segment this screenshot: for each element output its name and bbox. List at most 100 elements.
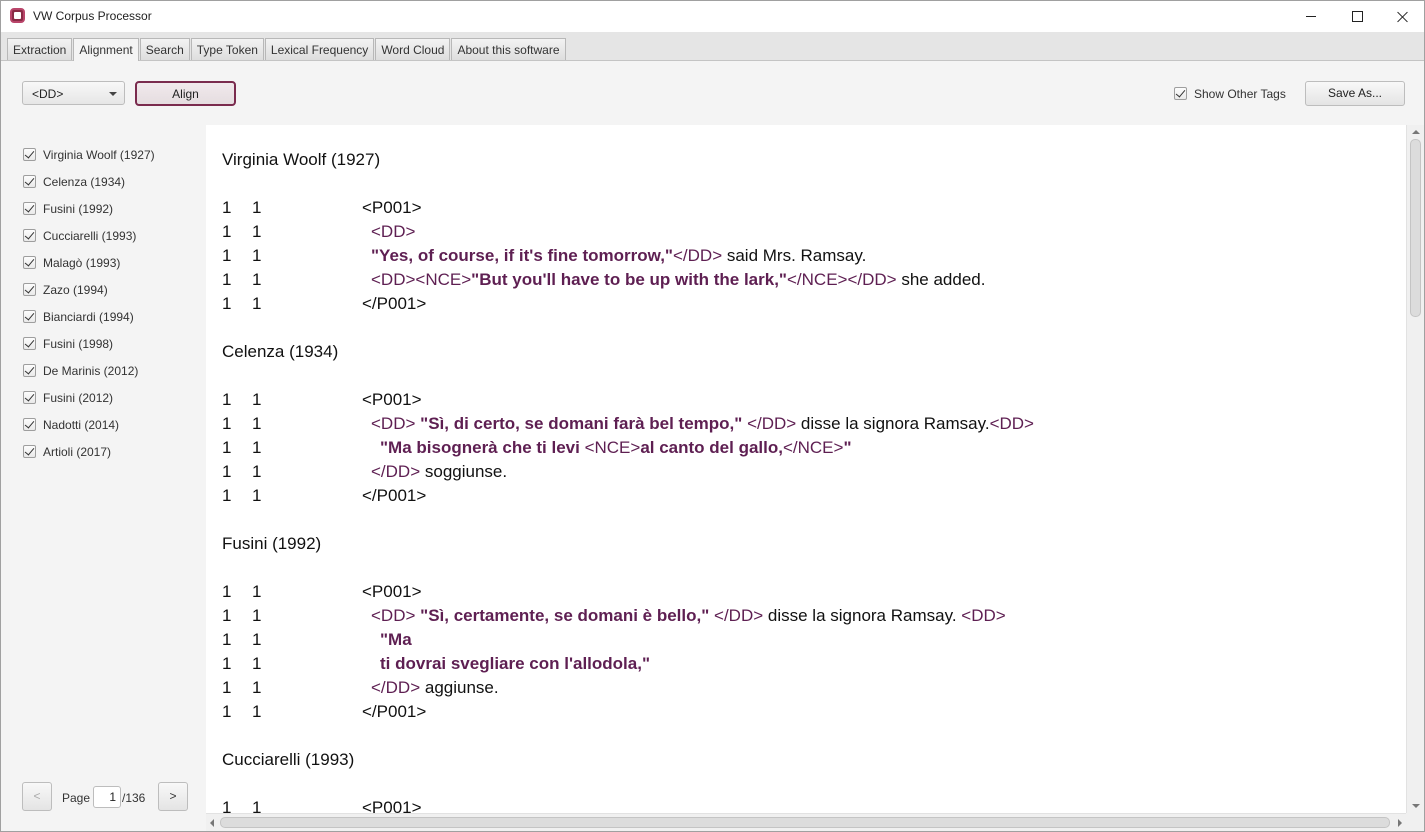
tabs: Extraction Alignment Search Type Token Lexic…	[7, 38, 567, 61]
line-number-b: 1	[252, 702, 262, 721]
line-number-b: 1	[252, 222, 262, 241]
line-number-a: 1	[222, 390, 232, 409]
scroll-up-icon[interactable]	[1412, 130, 1420, 134]
scroll-left-icon[interactable]	[210, 819, 214, 827]
translator-heading: Virginia Woolf (1927)	[222, 150, 381, 169]
tab-extraction[interactable]: Extraction	[7, 38, 73, 60]
align-button[interactable]: Align	[135, 81, 236, 106]
translator-heading: Cucciarelli (1993)	[222, 750, 355, 769]
line-number-b: 1	[252, 246, 262, 265]
scroll-corner	[1406, 813, 1424, 831]
line-text: "Ma	[380, 630, 412, 650]
translator-item[interactable]: Artioli (2017)	[1, 422, 206, 459]
close-icon	[1397, 11, 1409, 23]
tagged-text: "Ma	[380, 630, 412, 649]
line-number-b: 1	[252, 798, 262, 813]
maximize-button[interactable]	[1334, 1, 1380, 32]
tagged-text: "Sì, di certo, se domani farà bel tempo,…	[420, 414, 748, 433]
line-number-a: 1	[222, 294, 232, 313]
app-window: VW Corpus Processor Extraction Alignment S…	[0, 0, 1425, 832]
tab-lexical-frequency[interactable]: Lexical Frequency	[264, 38, 375, 60]
translator-item[interactable]: Bianciardi (1994)	[1, 287, 206, 324]
line-text: <DD><NCE>"But you'll have to be up with …	[371, 270, 985, 290]
line-number-a: 1	[222, 222, 232, 241]
next-page-button[interactable]: >	[158, 782, 188, 811]
line-text: <DD>	[371, 222, 415, 242]
line-number-a: 1	[222, 606, 232, 625]
plain-text: </P001>	[362, 486, 427, 505]
vertical-scrollbar[interactable]	[1406, 125, 1424, 813]
line-number-a: 1	[222, 678, 232, 697]
tagged-text: "Ma bisognerà che ti levi	[380, 438, 585, 457]
translator-item[interactable]: Celenza (1934)	[1, 152, 206, 189]
minimize-icon	[1306, 16, 1316, 17]
tag-marker: </DD>	[672, 246, 723, 265]
translator-item[interactable]: Zazo (1994)	[1, 260, 206, 297]
tab-alignment[interactable]: Alignment	[73, 38, 139, 61]
translator-item[interactable]: Virginia Woolf (1927)	[1, 125, 206, 162]
scroll-down-icon[interactable]	[1412, 804, 1420, 808]
show-other-tags-checkbox[interactable]	[1174, 87, 1187, 100]
tab-about-this-software[interactable]: About this software	[451, 38, 566, 60]
plain-text: </P001>	[362, 702, 427, 721]
tag-select-value: <DD>	[32, 87, 64, 101]
line-number-b: 1	[252, 630, 262, 649]
tab-word-cloud[interactable]: Word Cloud	[375, 38, 451, 60]
line-number-a: 1	[222, 414, 232, 433]
translator-item[interactable]: Fusini (1992)	[1, 179, 206, 216]
close-button[interactable]	[1380, 1, 1424, 32]
translator-item[interactable]: Cucciarelli (1993)	[1, 206, 206, 243]
translator-item[interactable]: Fusini (1998)	[1, 314, 206, 351]
line-number-a: 1	[222, 654, 232, 673]
tag-marker: </DD>	[747, 414, 797, 433]
chevron-down-icon	[109, 92, 117, 96]
line-text: </P001>	[362, 294, 426, 314]
minimize-button[interactable]	[1288, 1, 1334, 32]
line-number-a: 1	[222, 246, 232, 265]
line-text: </P001>	[362, 486, 426, 506]
line-number-b: 1	[252, 606, 262, 625]
page-input[interactable]	[93, 786, 121, 808]
line-number-b: 1	[252, 654, 262, 673]
translator-item[interactable]: Nadotti (2014)	[1, 395, 206, 432]
tag-marker: <DD>	[961, 606, 1006, 625]
horizontal-scrollbar[interactable]	[206, 813, 1406, 831]
line-text: <P001>	[362, 582, 422, 602]
vertical-scroll-thumb[interactable]	[1410, 139, 1421, 317]
line-text: </P001>	[362, 702, 426, 722]
tagged-text: "	[843, 438, 852, 457]
alignment-view[interactable]: Virginia Woolf (1927) 1 1 <P001> 1 1 <DD> 1 1 "Ye…	[206, 125, 1406, 813]
translator-item[interactable]: Malagò (1993)	[1, 233, 206, 270]
tag-select[interactable]: <DD>	[22, 81, 125, 105]
line-number-b: 1	[252, 486, 262, 505]
translator-item[interactable]: Fusini (2012)	[1, 368, 206, 405]
tab-search[interactable]: Search	[139, 38, 190, 60]
plain-text: <P001>	[362, 798, 422, 813]
translator-checkbox[interactable]	[23, 445, 36, 458]
tag-marker: </DD>	[371, 678, 421, 697]
plain-text: <P001>	[362, 390, 422, 409]
tag-marker: </DD>	[371, 462, 421, 481]
line-text: <P001>	[362, 198, 422, 218]
tag-marker: </NCE>	[786, 270, 848, 289]
line-number-a: 1	[222, 462, 232, 481]
line-number-b: 1	[252, 294, 262, 313]
tag-marker: <DD>	[371, 414, 421, 433]
line-text: <DD> "Sì, di certo, se domani farà bel t…	[371, 414, 1034, 434]
tagged-text: al canto del gallo,	[640, 438, 783, 457]
scroll-right-icon[interactable]	[1398, 819, 1402, 827]
translator-heading: Fusini (1992)	[222, 534, 322, 553]
line-number-a: 1	[222, 438, 232, 457]
translator-item[interactable]: De Marinis (2012)	[1, 341, 206, 378]
line-number-b: 1	[252, 390, 262, 409]
tab-type-token[interactable]: Type Token	[190, 38, 264, 60]
tab-bar: Extraction Alignment Search Type Token Lexic…	[1, 32, 1424, 61]
tag-marker: </NCE>	[782, 438, 844, 457]
line-text: </DD> aggiunse.	[371, 678, 499, 698]
title-bar: VW Corpus Processor	[1, 1, 1424, 32]
prev-page-button[interactable]: <	[22, 782, 52, 811]
save-as-button[interactable]: Save As...	[1305, 81, 1405, 106]
horizontal-scroll-thumb[interactable]	[220, 817, 1390, 828]
line-number-a: 1	[222, 630, 232, 649]
line-text: <DD> "Sì, certamente, se domani è bello,…	[371, 606, 1006, 626]
